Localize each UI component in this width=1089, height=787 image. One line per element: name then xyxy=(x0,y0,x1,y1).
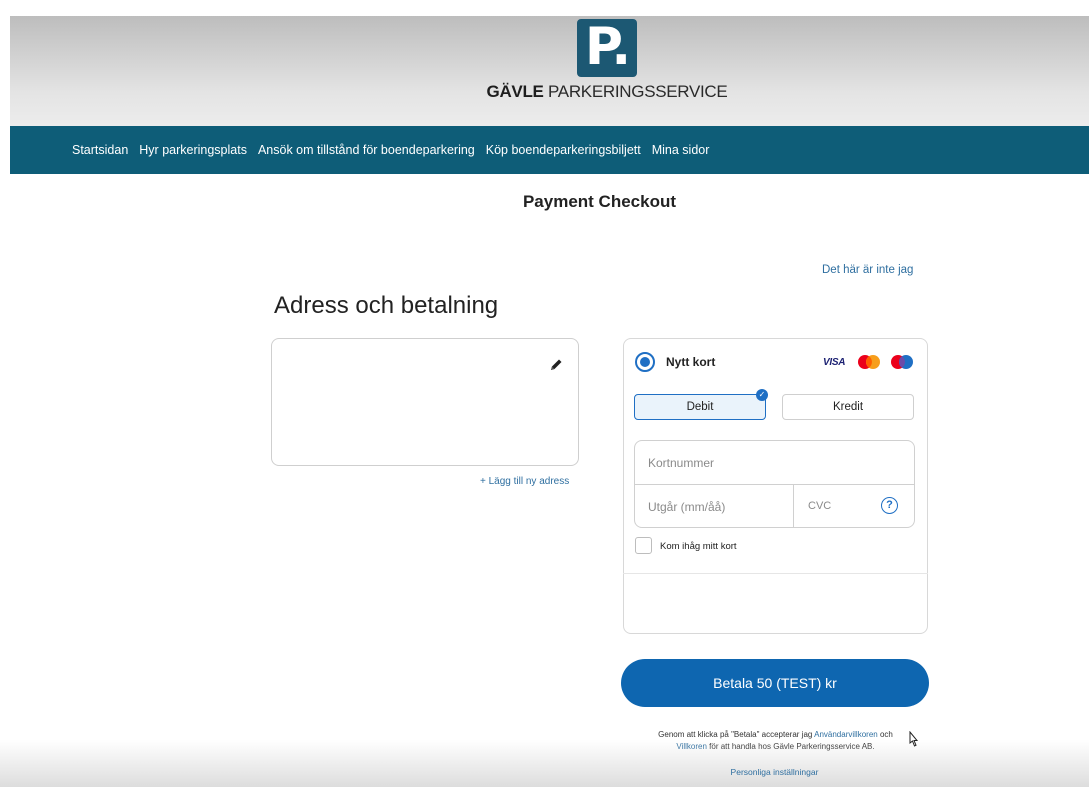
nav-item-hyr-parkeringsplats[interactable]: Hyr parkeringsplats xyxy=(139,143,247,157)
new-card-label: Nytt kort xyxy=(666,355,716,369)
nav-item-mina-sidor[interactable]: Mina sidor xyxy=(652,143,710,157)
maestro-icon xyxy=(891,355,913,369)
mastercard-icon xyxy=(858,355,880,369)
section-title: Adress och betalning xyxy=(274,292,499,319)
remember-card-checkbox[interactable] xyxy=(635,537,652,554)
address-card[interactable] xyxy=(271,338,579,466)
user-terms-link[interactable]: Användarvillkoren xyxy=(814,730,878,739)
kredit-option[interactable]: Kredit xyxy=(782,394,914,420)
debit-option[interactable]: Debit xyxy=(634,394,766,420)
pay-button[interactable]: Betala 50 (TEST) kr xyxy=(621,659,929,707)
terms-suffix: för att handla hos Gävle Parkeringsservi… xyxy=(706,742,875,751)
visa-icon: VISA xyxy=(823,357,846,368)
card-number-input[interactable]: Kortnummer xyxy=(648,456,714,470)
terms-link[interactable]: Villkoren xyxy=(676,742,707,751)
nav-item-kop-biljett[interactable]: Köp boendeparkeringsbiljett xyxy=(486,143,641,157)
brand-rest: PARKERINGSSERVICE xyxy=(543,82,728,101)
brand-bold: GÄVLE xyxy=(486,82,544,101)
brand-name: GÄVLE PARKERINGSSERVICE xyxy=(478,82,736,102)
pencil-icon[interactable] xyxy=(548,357,564,373)
nav-item-ansok-tillstand[interactable]: Ansök om tillstånd för boendeparkering xyxy=(258,143,475,157)
remember-card-label: Kom ihåg mitt kort xyxy=(660,541,737,552)
page-title: Payment Checkout xyxy=(522,192,677,211)
mouse-cursor-icon xyxy=(909,731,919,747)
terms-prefix: Genom att klicka på "Betala" accepterar … xyxy=(658,730,815,739)
nav-item-startsidan[interactable]: Startsidan xyxy=(72,143,128,157)
not-me-link[interactable]: Det här är inte jag xyxy=(822,264,913,276)
check-icon: ✓ xyxy=(756,389,768,401)
terms-text: Genom att klicka på "Betala" accepterar … xyxy=(623,729,928,753)
main-nav: Startsidan Hyr parkeringsplats Ansök om … xyxy=(10,126,1089,174)
cvc-input[interactable]: CVC xyxy=(808,500,831,512)
terms-mid: och xyxy=(877,730,893,739)
card-fields-group xyxy=(634,440,915,528)
personal-settings-link[interactable]: Personliga inställningar xyxy=(0,767,1089,777)
field-divider xyxy=(635,484,914,485)
payment-divider xyxy=(623,573,928,574)
expiry-input[interactable]: Utgår (mm/åå) xyxy=(648,500,725,514)
new-card-radio[interactable] xyxy=(635,352,655,372)
add-address-link[interactable]: + Lägg till ny adress xyxy=(480,476,569,487)
site-header: P. GÄVLE PARKERINGSSERVICE xyxy=(10,16,1089,126)
logo-letter: P. xyxy=(584,17,631,77)
question-circle-icon[interactable]: ? xyxy=(881,497,898,514)
field-divider xyxy=(793,484,794,528)
logo[interactable]: P. xyxy=(577,17,637,77)
